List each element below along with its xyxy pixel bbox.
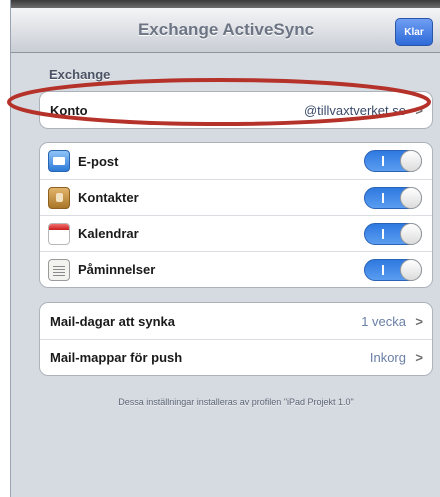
calendar-icon	[48, 222, 70, 245]
redacted-username	[277, 102, 302, 118]
toggle-knob	[400, 259, 422, 281]
mail-toggle[interactable]	[364, 150, 422, 172]
toggle-on-mark	[382, 229, 384, 239]
settings-panel: Exchange ActiveSync Klar Exchange Konto …	[10, 0, 440, 497]
account-label: Konto	[50, 102, 88, 118]
sync-settings-group: Mail-dagar att synka 1 vecka > Mail-mapp…	[39, 302, 433, 376]
toggle-on-mark	[382, 156, 384, 166]
push-folders-value: Inkorg	[369, 350, 406, 365]
service-row-mail: E-post	[40, 143, 432, 179]
mail-days-label: Mail-dagar att synka	[50, 313, 175, 329]
service-row-contacts: Kontakter	[40, 179, 432, 215]
service-row-reminders: Påminnelser	[40, 251, 432, 287]
navigation-bar: Exchange ActiveSync Klar	[11, 8, 440, 53]
account-value-wrap: @tillvaxtverket.se	[277, 102, 406, 118]
service-label-contacts: Kontakter	[78, 190, 139, 205]
contacts-icon	[48, 186, 70, 209]
toggle-on-mark	[382, 193, 384, 203]
service-label-reminders: Påminnelser	[78, 262, 156, 277]
push-folders-label: Mail-mappar för push	[50, 350, 183, 365]
reminders-icon	[48, 258, 70, 281]
done-button[interactable]: Klar	[395, 18, 433, 46]
toggle-knob	[400, 187, 422, 209]
service-row-calendars: Kalendrar	[40, 215, 432, 251]
nav-title: Exchange ActiveSync	[137, 20, 315, 39]
account-group: Konto @tillvaxtverket.se >	[39, 91, 433, 129]
mail-days-row[interactable]: Mail-dagar att synka 1 vecka >	[40, 303, 432, 339]
chevron-right-icon: >	[415, 102, 423, 118]
profile-footer-note: Dessa inställningar installeras av profi…	[118, 397, 354, 407]
reminders-toggle[interactable]	[364, 259, 422, 281]
services-group: E-post Kontakter Kalendrar Påminnelser	[39, 142, 433, 288]
service-label-mail: E-post	[78, 153, 119, 169]
mail-icon	[48, 150, 70, 172]
toggle-on-mark	[382, 265, 384, 275]
service-label-calendars: Kalendrar	[78, 226, 139, 241]
mail-days-value: 1 vecka	[361, 313, 406, 329]
toggle-knob	[400, 150, 422, 172]
calendars-toggle[interactable]	[364, 223, 422, 245]
chevron-right-icon: >	[415, 350, 423, 365]
push-folders-row[interactable]: Mail-mappar för push Inkorg >	[40, 339, 432, 375]
status-bar	[11, 0, 440, 8]
account-row[interactable]: Konto @tillvaxtverket.se >	[40, 92, 432, 128]
toggle-knob	[400, 223, 422, 245]
account-value: @tillvaxtverket.se	[303, 102, 406, 118]
contacts-toggle[interactable]	[364, 187, 422, 209]
chevron-right-icon: >	[415, 313, 423, 329]
exchange-section-header: Exchange	[49, 67, 111, 82]
